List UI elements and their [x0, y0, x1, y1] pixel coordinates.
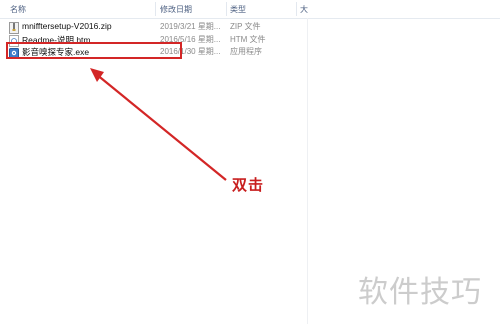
- watermark-text: 软件技巧: [358, 275, 482, 310]
- double-click-callout: 双击: [232, 176, 265, 194]
- watermark: 软件技巧: [352, 252, 500, 324]
